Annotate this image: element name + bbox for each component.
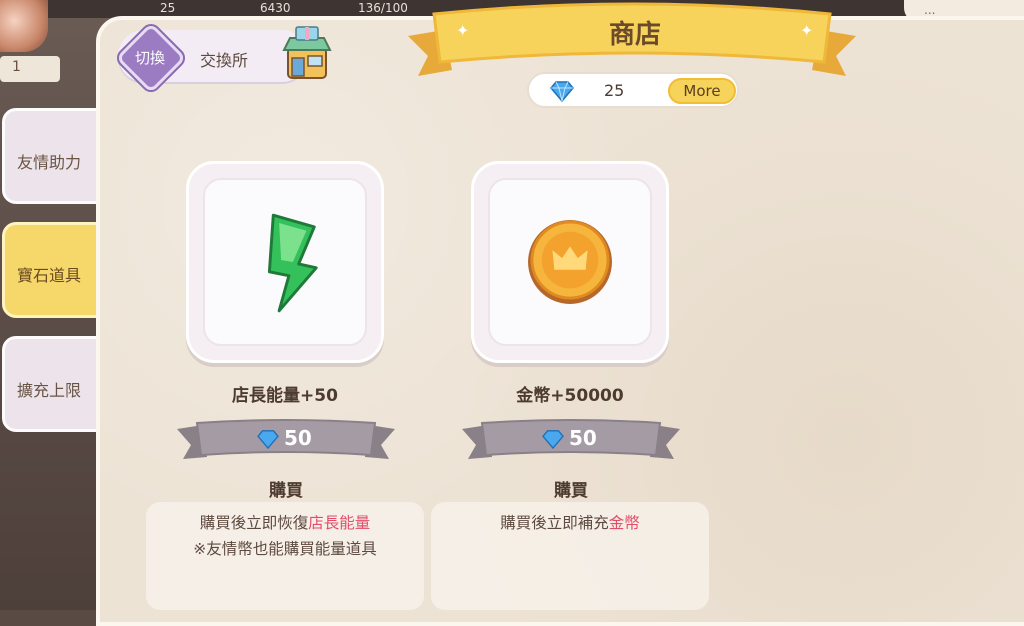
gem-icon <box>550 81 574 102</box>
tab-gem-items[interactable]: 寶石道具 <box>2 222 100 318</box>
green-energy-bolt-icon <box>267 213 318 313</box>
item-card-energy[interactable] <box>186 161 384 363</box>
tab-friendship-boost[interactable]: 友情助力 <box>2 108 100 204</box>
item-name: 金幣+50000 <box>516 386 624 406</box>
gold-coin-crown-icon <box>528 220 612 304</box>
item-description: 購買後立即補充金幣 <box>431 510 709 536</box>
item-description: 購買後立即恢復店長能量 ※友情幣也能購買能量道具 <box>146 510 424 562</box>
top-right-label: ... <box>924 3 936 17</box>
desc-highlight: 金幣 <box>608 514 640 532</box>
item-card-coins[interactable] <box>471 161 669 363</box>
buy-button[interactable]: 購買 <box>186 476 386 501</box>
hud-coins: 6430 <box>260 1 291 15</box>
hud-energy: 136/100 <box>358 1 408 15</box>
svg-text:✦: ✦ <box>456 21 469 40</box>
tab-label: 寶石道具 <box>17 266 82 285</box>
tab-label: 擴充上限 <box>17 381 82 400</box>
item-price: 50 <box>284 426 312 450</box>
item-price: 50 <box>569 426 597 450</box>
more-gems-button[interactable]: More <box>668 78 736 104</box>
level-badge: 1 <box>0 56 60 82</box>
gem-icon <box>257 430 279 449</box>
desc-text: 購買後立即恢復 <box>199 514 309 532</box>
tab-expand-limit[interactable]: 擴充上限 <box>2 336 100 432</box>
gem-balance-value: 25 <box>604 81 625 100</box>
tab-label: 友情助力 <box>17 153 82 172</box>
exchange-label: 交換所 <box>200 51 249 70</box>
exchange-shop-icon <box>282 26 332 79</box>
level-value: 1 <box>12 59 21 75</box>
gem-icon <box>542 430 564 449</box>
item-name: 店長能量+50 <box>232 386 338 406</box>
desc-text: 購買後立即補充 <box>500 514 609 532</box>
desc-note: ※友情幣也能購買能量道具 <box>193 540 377 558</box>
svg-text:✦: ✦ <box>800 21 813 40</box>
desc-highlight: 店長能量 <box>308 514 371 532</box>
switch-button-label: 切換 <box>134 49 165 67</box>
shop-title: 商店 <box>608 20 661 50</box>
hud-gems: 25 <box>160 1 176 15</box>
player-avatar[interactable] <box>0 0 48 52</box>
buy-button[interactable]: 購買 <box>471 476 671 501</box>
